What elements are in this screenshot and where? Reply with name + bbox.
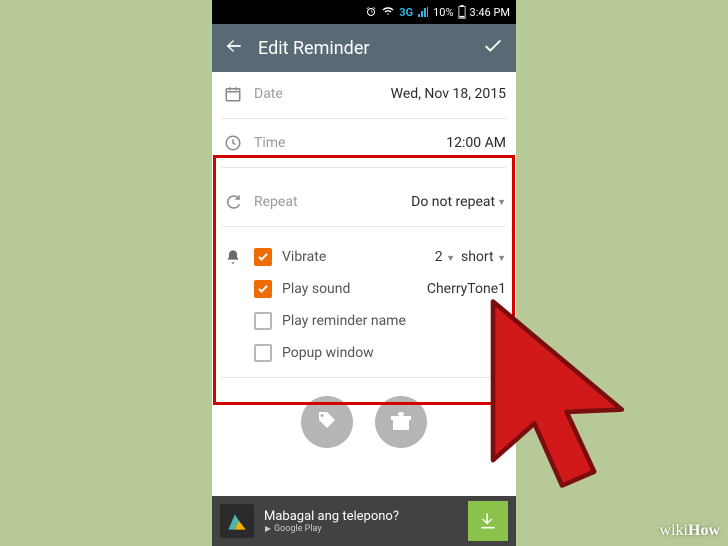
playsound-checkbox[interactable] <box>254 280 272 298</box>
playname-label: Play reminder name <box>282 313 406 329</box>
ad-source: Google Play <box>264 524 458 534</box>
playsound-label: Play sound <box>282 281 350 297</box>
divider <box>222 377 506 378</box>
divider <box>222 167 506 168</box>
sound-tone-value[interactable]: CherryTone1 <box>427 281 506 297</box>
ad-download-button[interactable] <box>468 501 508 541</box>
tag-fab[interactable] <box>301 396 353 448</box>
repeat-icon <box>222 193 244 211</box>
clock-time: 3:46 PM <box>470 6 510 19</box>
time-row[interactable]: Time 12:00 AM <box>222 121 506 165</box>
time-label: Time <box>254 135 285 151</box>
network-type: 3G <box>399 6 413 19</box>
time-value: 12:00 AM <box>446 135 506 151</box>
battery-icon <box>458 5 466 19</box>
ad-banner[interactable]: Mabagal ang telepono? Google Play <box>212 496 516 546</box>
bell-icon <box>222 249 244 265</box>
playsound-row[interactable]: Play sound CherryTone1 <box>222 273 506 305</box>
app-bar: Edit Reminder <box>212 24 516 72</box>
clock-icon <box>222 134 244 152</box>
page-title: Edit Reminder <box>258 38 468 59</box>
content-area: Date Wed, Nov 18, 2015 Time 12:00 AM Rep… <box>212 72 516 496</box>
playname-row[interactable]: Play reminder name <box>222 305 506 337</box>
date-row[interactable]: Date Wed, Nov 18, 2015 <box>222 72 506 116</box>
date-label: Date <box>254 86 283 102</box>
action-buttons <box>222 380 506 464</box>
divider <box>222 118 506 119</box>
phone-frame: 3G 10% 3:46 PM Edit Reminder Date Wed, N… <box>212 0 516 546</box>
alarm-icon <box>365 6 377 18</box>
divider <box>222 226 506 227</box>
confirm-icon[interactable] <box>482 35 504 61</box>
gift-fab[interactable] <box>375 396 427 448</box>
ad-headline: Mabagal ang telepono? <box>264 509 458 524</box>
wifi-icon <box>381 6 395 18</box>
repeat-label: Repeat <box>254 194 298 210</box>
wikihow-watermark: wikiHow <box>660 522 720 540</box>
repeat-row[interactable]: Repeat Do not repeat ▼ <box>222 180 506 224</box>
back-icon[interactable] <box>224 36 244 60</box>
chevron-down-icon: ▼ <box>497 197 506 208</box>
signal-icon <box>417 6 429 18</box>
alert-section-header <box>222 239 506 275</box>
status-bar: 3G 10% 3:46 PM <box>212 0 516 24</box>
popup-label: Popup window <box>282 345 374 361</box>
ad-app-icon <box>220 504 254 538</box>
popup-checkbox[interactable] <box>254 344 272 362</box>
popup-row[interactable]: Popup window <box>222 337 506 369</box>
calendar-icon <box>222 85 244 103</box>
battery-percent: 10% <box>433 6 453 19</box>
date-value: Wed, Nov 18, 2015 <box>391 86 506 102</box>
repeat-dropdown[interactable]: Do not repeat ▼ <box>411 194 506 210</box>
playname-checkbox[interactable] <box>254 312 272 330</box>
